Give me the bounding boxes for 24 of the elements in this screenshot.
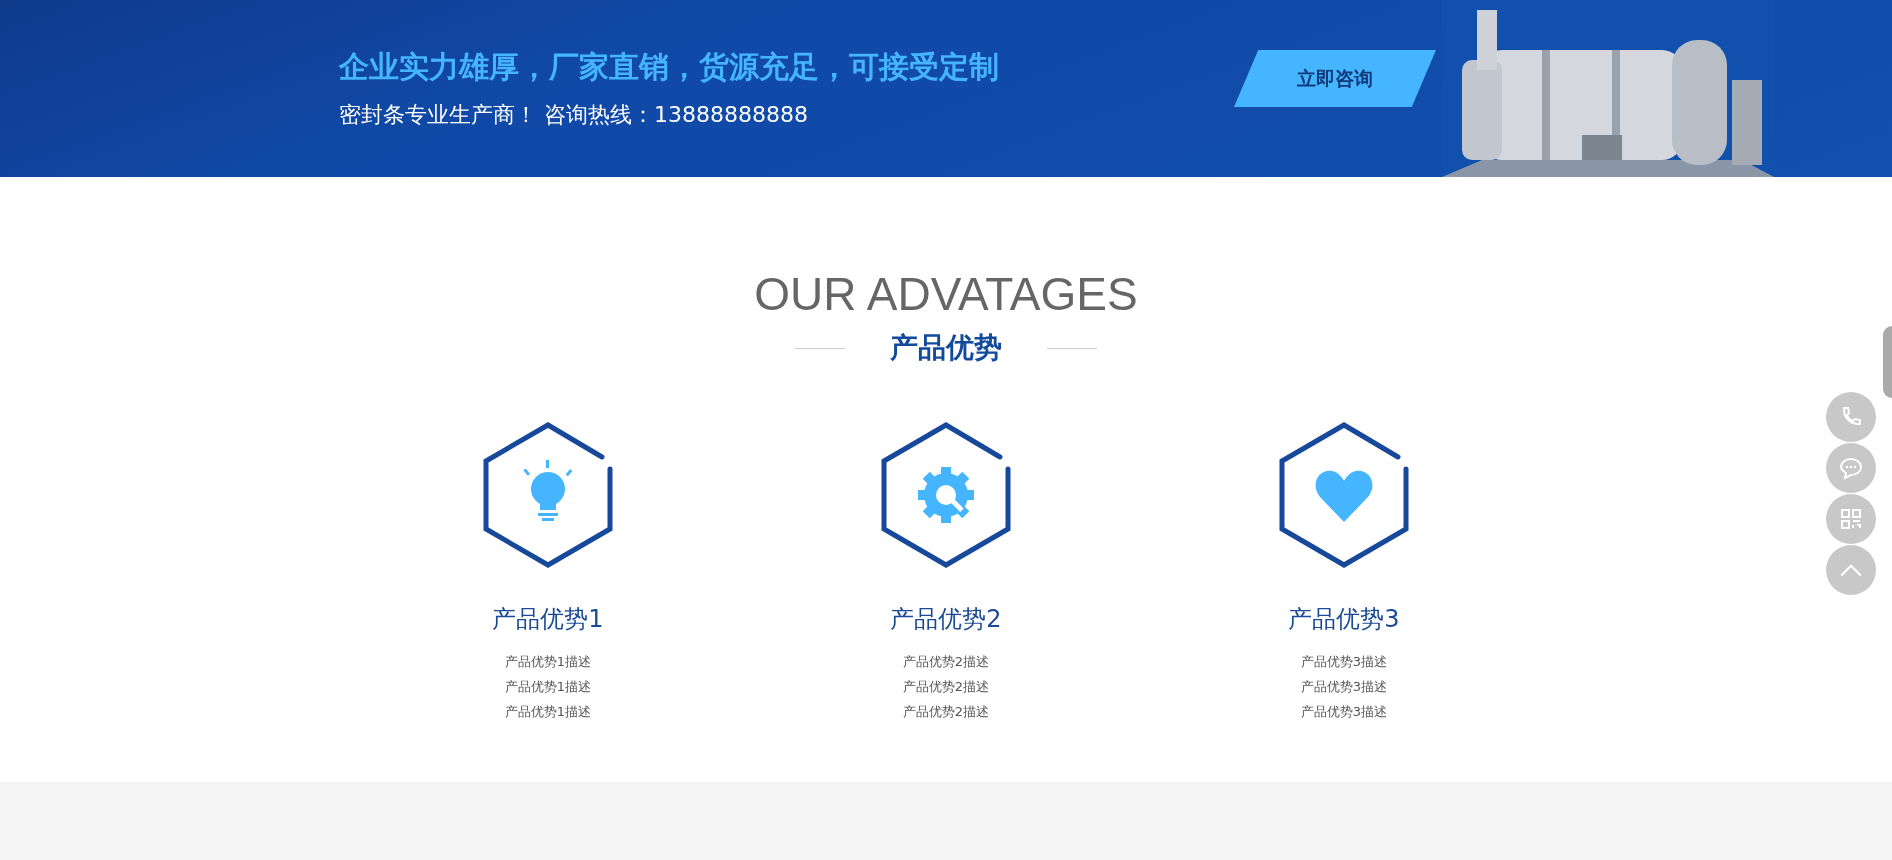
advantage-description: 产品优势2描述 — [902, 653, 990, 671]
section-subtitle: 产品优势 — [890, 330, 1002, 366]
advantage-description: 产品优势3描述 — [1300, 653, 1388, 671]
advantage-description: 产品优势1描述 — [504, 678, 592, 696]
consult-button[interactable]: 立即咨询 — [1234, 50, 1436, 107]
advantage-description: 产品优势1描述 — [504, 703, 592, 721]
chat-bubble-icon — [1839, 456, 1863, 480]
advantage-description: 产品优势3描述 — [1300, 703, 1388, 721]
chat-button[interactable] — [1826, 443, 1876, 493]
banner-subline: 密封条专业生产商！ 咨询热线：13888888888 — [339, 101, 809, 129]
back-to-top-button[interactable] — [1826, 545, 1876, 595]
qr-code-button[interactable] — [1826, 494, 1876, 544]
section-title: OUR ADVATAGES — [754, 267, 1138, 321]
advantage-title: 产品优势1 — [492, 604, 604, 635]
phone-button[interactable] — [1826, 392, 1876, 442]
advantage-description: 产品优势2描述 — [902, 678, 990, 696]
side-tab[interactable] — [1883, 326, 1892, 398]
banner-headline: 企业实力雄厚，厂家直销，货源充足，可接受定制 — [339, 48, 1000, 86]
advantage-description: 产品优势2描述 — [902, 703, 990, 721]
advantage-description: 产品优势1描述 — [504, 653, 592, 671]
advantage-title: 产品优势2 — [890, 604, 1002, 635]
advantage-title: 产品优势3 — [1288, 604, 1400, 635]
qr-code-icon — [1839, 507, 1863, 531]
advantage-description: 产品优势3描述 — [1300, 678, 1388, 696]
